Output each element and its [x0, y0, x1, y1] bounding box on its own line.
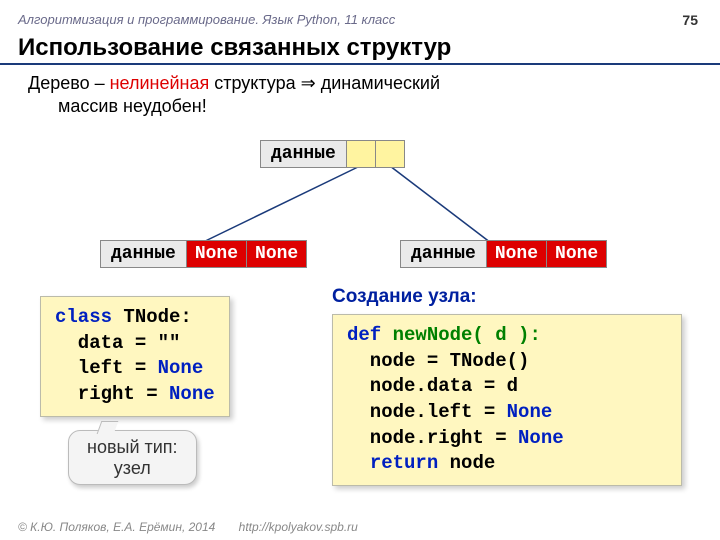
code-line	[347, 452, 370, 474]
leaf-left-none: None	[487, 241, 547, 267]
keyword-return: return	[370, 452, 438, 474]
page-title: Использование связанных структур	[18, 34, 451, 62]
code-line: node.right =	[347, 427, 518, 449]
leaf-left-none: None	[187, 241, 247, 267]
tree-right-leaf: данные None None	[400, 240, 607, 268]
code-line: node.data = d	[347, 375, 518, 397]
page-number: 75	[682, 12, 698, 28]
code-line: data = ""	[55, 332, 180, 354]
class-name: TNode:	[112, 306, 192, 328]
literal-none: None	[158, 357, 204, 379]
leaf-right-none: None	[547, 241, 606, 267]
tree-left-leaf: данные None None	[100, 240, 307, 268]
code-line: left =	[55, 357, 158, 379]
callout-line2: узел	[114, 458, 151, 478]
literal-none: None	[169, 383, 215, 405]
class-definition-code: class TNode: data = "" left = None right…	[40, 296, 230, 417]
footer: © К.Ю. Поляков, Е.А. Ерёмин, 2014 http:/…	[18, 520, 358, 534]
keyword-class: class	[55, 306, 112, 328]
function-definition-code: def newNode( d ): node = TNode() node.da…	[332, 314, 682, 486]
course-header: Алгоритмизация и программирование. Язык …	[18, 12, 395, 27]
code-line: node.left =	[347, 401, 507, 423]
leaf-data-cell: данные	[401, 241, 487, 267]
code-line: node	[438, 452, 495, 474]
leaf-right-none: None	[247, 241, 306, 267]
subtitle-rest1: структура ⇒ динамический	[209, 73, 440, 93]
callout-new-type: новый тип: узел	[68, 430, 197, 485]
root-data-cell: данные	[261, 141, 347, 167]
root-left-pointer	[347, 141, 376, 167]
root-right-pointer	[376, 141, 404, 167]
tree-root-node: данные	[260, 140, 405, 168]
subtitle: Дерево – нелинейная структура ⇒ динамиче…	[28, 72, 440, 119]
literal-none: None	[507, 401, 553, 423]
literal-none: None	[518, 427, 564, 449]
footer-url: http://kpolyakov.spb.ru	[239, 520, 358, 534]
leaf-data-cell: данные	[101, 241, 187, 267]
code-line: right =	[55, 383, 169, 405]
create-node-heading: Создание узла:	[332, 286, 477, 308]
title-underline	[0, 63, 720, 65]
subtitle-lead: Дерево –	[28, 73, 110, 93]
subtitle-emph: нелинейная	[110, 73, 210, 93]
copyright: © К.Ю. Поляков, Е.А. Ерёмин, 2014	[18, 520, 215, 534]
func-name: newNode( d ):	[381, 324, 541, 346]
callout-line1: новый тип:	[87, 437, 178, 457]
keyword-def: def	[347, 324, 381, 346]
code-line: node = TNode()	[347, 350, 529, 372]
subtitle-rest2: массив неудобен!	[58, 96, 207, 116]
